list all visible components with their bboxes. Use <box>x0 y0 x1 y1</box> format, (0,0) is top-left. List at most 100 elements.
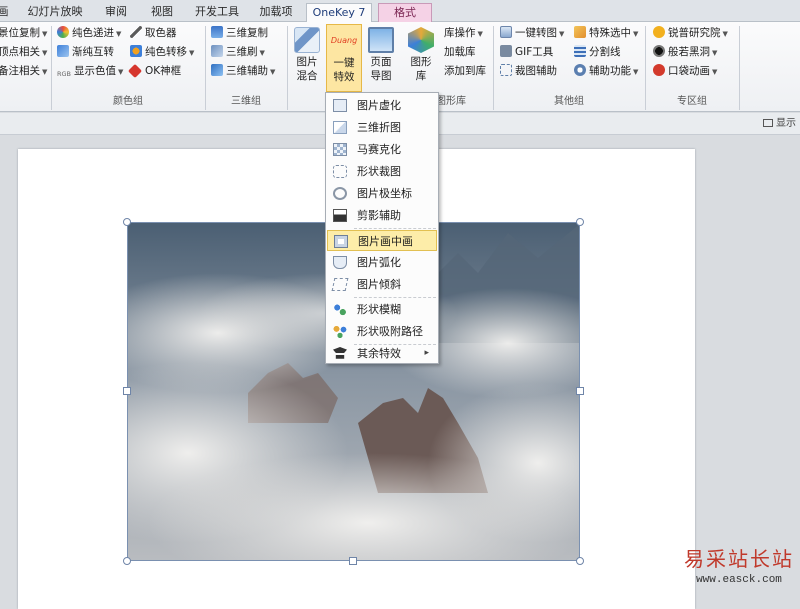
duang-icon: Duang <box>330 36 358 45</box>
grid-icon <box>574 45 586 57</box>
dots-icon <box>333 303 347 316</box>
button-3d-copy[interactable]: 三维复制 <box>211 25 268 42</box>
tab-slideshow[interactable]: 幻灯片放映 <box>18 3 92 22</box>
export-image-icon <box>368 27 394 53</box>
button-image-mix[interactable]: 图片混合 <box>289 24 325 92</box>
show-toggle[interactable]: 显示 <box>763 117 796 131</box>
group-label-other: 其他组 <box>554 96 584 107</box>
image-convert-icon <box>500 26 512 38</box>
tab-slideshow-partial[interactable]: 画 <box>0 3 10 22</box>
menu-item-arc[interactable]: 图片弧化 <box>327 252 437 273</box>
menu-item-tilt[interactable]: 图片倾斜 <box>327 274 437 295</box>
button-ok-frame[interactable]: OK神框 <box>127 63 181 80</box>
resize-handle-bottom[interactable] <box>349 557 357 565</box>
mortarboard-icon <box>333 347 347 359</box>
menu-item-shape-crop[interactable]: 形状裁图 <box>327 161 437 182</box>
resize-handle-top-left[interactable] <box>123 218 131 226</box>
submenu-arrow-icon: ▸ <box>424 348 429 358</box>
group-label-3d: 三维组 <box>231 96 261 107</box>
silhouette-icon <box>333 209 347 222</box>
menu-separator <box>354 297 436 298</box>
tab-onekey7[interactable]: OneKey 7 <box>306 3 372 23</box>
pocket-animation-icon <box>653 64 665 76</box>
menu-item-image-blur[interactable]: 图片虚化 <box>327 95 437 116</box>
button-load-library[interactable]: 加载库 <box>444 44 476 61</box>
menu-item-shape-blur[interactable]: 形状模糊 <box>327 299 437 320</box>
mosaic-icon <box>333 143 347 156</box>
tab-format[interactable]: 格式 <box>378 3 432 22</box>
ok-frame-icon <box>127 63 143 79</box>
layers-icon <box>294 27 320 53</box>
resize-handle-bottom-left[interactable] <box>123 557 131 565</box>
restore-window-icon <box>763 119 773 127</box>
button-vertex[interactable]: 顶点相关 ▼ <box>0 44 47 61</box>
shape-crop-icon <box>333 165 347 178</box>
menu-item-more-effects[interactable]: 其余特效 ▸ <box>327 343 437 364</box>
resize-handle-right[interactable] <box>576 387 584 395</box>
arc-icon <box>333 256 347 269</box>
helper-icon <box>574 64 586 76</box>
group-label-special: 专区组 <box>677 96 707 107</box>
palette-icon <box>57 26 69 38</box>
button-library-ops[interactable]: 库操作 ▼ <box>444 25 483 42</box>
button-pocket-animation[interactable]: 口袋动画 ▼ <box>653 63 717 80</box>
button-position-copy[interactable]: 景位复制 ▼ <box>0 25 47 42</box>
button-color-transfer[interactable]: 纯色转移 ▼ <box>130 44 194 61</box>
3d-copy-icon <box>211 26 223 38</box>
effects-dropdown-menu: 图片虚化 三维折图 马赛克化 形状裁图 图片极坐标 剪影辅助 图片画中画 图片弧… <box>325 92 439 364</box>
button-add-to-library[interactable]: 添加到库 <box>444 63 486 80</box>
button-prajna-blackhole[interactable]: 般若黑洞 ▼ <box>653 44 717 61</box>
resize-handle-left[interactable] <box>123 387 131 395</box>
button-crop-helper[interactable]: 裁图辅助 <box>500 63 557 80</box>
button-3d-helper[interactable]: 三维辅助 ▼ <box>211 63 275 80</box>
menu-item-3d-fold[interactable]: 三维折图 <box>327 117 437 138</box>
button-shape-library[interactable]: 图形库 <box>406 24 436 92</box>
crop-icon <box>500 64 512 76</box>
button-rapid-institute[interactable]: 锐普研究院 ▼ <box>653 25 728 42</box>
eyedropper-icon <box>130 26 142 38</box>
group-label-color: 颜色组 <box>113 96 143 107</box>
menu-item-shape-path[interactable]: 形状吸附路径 <box>327 321 437 342</box>
blur-icon <box>333 99 347 112</box>
button-gif-tool[interactable]: GIF工具 <box>500 44 553 61</box>
select-icon <box>574 26 586 38</box>
3d-cube-icon <box>211 64 223 76</box>
polar-icon <box>333 187 347 200</box>
ribbon-tab-bar: 画 幻灯片放映 审阅 视图 开发工具 加载项 OneKey 7 格式 <box>0 0 800 23</box>
menu-item-picture-in-picture[interactable]: 图片画中画 <box>327 230 437 251</box>
fold-icon <box>333 121 347 134</box>
button-divider-line[interactable]: 分割线 <box>574 44 621 61</box>
tab-view[interactable]: 视图 <box>144 3 180 22</box>
button-one-click-to-image[interactable]: 一键转图 ▼ <box>500 25 564 42</box>
button-solid-gradient[interactable]: 纯色递进 ▼ <box>57 25 121 42</box>
swap-icon <box>57 45 69 57</box>
group-separator <box>739 26 740 110</box>
resize-handle-bottom-right[interactable] <box>576 557 584 565</box>
brush-icon <box>130 45 142 57</box>
button-special-select[interactable]: 特殊选中 ▼ <box>574 25 638 42</box>
watermark-url: www.easck.com <box>696 574 782 586</box>
button-3d-brush[interactable]: 三维刷 ▼ <box>211 44 265 61</box>
tab-addins[interactable]: 加载项 <box>254 3 298 22</box>
button-notes[interactable]: 备注相关 ▼ <box>0 63 47 80</box>
button-color-picker[interactable]: 取色器 <box>130 25 177 42</box>
button-page-export[interactable]: 页面导图 <box>364 24 398 92</box>
button-show-color-value[interactable]: RGB 显示色值 ▼ <box>57 63 123 80</box>
blackhole-icon <box>653 45 665 57</box>
button-gradient-convert[interactable]: 渐纯互转 <box>57 44 114 61</box>
button-one-click-effect[interactable]: Duang 一键特效 <box>326 24 362 92</box>
tilt-icon <box>331 278 349 291</box>
rgb-icon: RGB <box>57 70 72 78</box>
menu-item-mosaic[interactable]: 马赛克化 <box>327 139 437 160</box>
watermark: 易采站长站 www.easck.com <box>680 546 798 598</box>
menu-item-polar[interactable]: 图片极坐标 <box>327 183 437 204</box>
resize-handle-top-right[interactable] <box>576 218 584 226</box>
tab-review[interactable]: 审阅 <box>98 3 134 22</box>
group-label-image-fragment: 图形库 <box>436 96 466 107</box>
menu-item-silhouette[interactable]: 剪影辅助 <box>327 205 437 226</box>
gif-icon <box>500 45 512 57</box>
3d-brush-icon <box>211 45 223 57</box>
button-helper-functions[interactable]: 辅助功能 ▼ <box>574 63 638 80</box>
tab-developer[interactable]: 开发工具 <box>190 3 244 22</box>
picture-in-picture-icon <box>334 235 348 248</box>
